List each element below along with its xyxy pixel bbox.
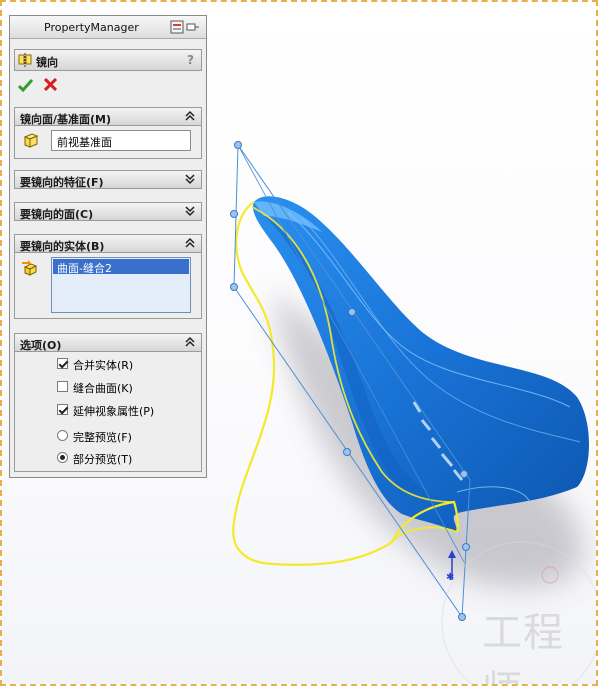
plane-icon [23,133,39,148]
property-manager-panel: PropertyManager 镜向 ? 镜向面/基准面(M) 前视基准面 要镜… [9,15,207,478]
checkbox-label: 缝合曲面(K) [73,382,133,395]
section-bodies-body: 曲面-缝合2 [14,253,202,319]
mirror-plane-field[interactable]: 前视基准面 [51,130,191,151]
chevron-up-icon[interactable] [184,110,196,122]
section-title: 要镜向的特征(F) [20,176,104,189]
section-features-header[interactable]: 要镜向的特征(F) [14,170,202,189]
chevron-down-icon[interactable] [184,205,196,217]
bodies-list[interactable]: 曲面-缝合2 [51,257,191,313]
section-title: 选项(O) [20,339,62,352]
radio-label: 部分预览(T) [73,453,133,466]
plane-handle[interactable] [230,283,238,291]
plane-handle[interactable] [462,543,470,551]
checkbox-box[interactable] [57,381,68,392]
checkbox-box[interactable] [57,358,68,369]
section-mirror-plane-header[interactable]: 镜向面/基准面(M) [14,107,202,126]
plane-handle[interactable] [230,210,238,218]
section-faces-header[interactable]: 要镜向的面(C) [14,202,202,221]
section-options-header[interactable]: 选项(O) [14,333,202,352]
checkbox-label: 合并实体(R) [73,359,134,372]
section-bodies-header[interactable]: 要镜向的实体(B) [14,234,202,253]
plane-handle[interactable] [348,308,356,316]
chevron-up-icon[interactable] [184,237,196,249]
section-title: 镜向面/基准面(M) [20,113,112,126]
help-button[interactable]: ? [187,53,194,67]
plane-handle[interactable] [343,448,351,456]
cancel-button[interactable] [44,78,57,91]
chevron-down-icon[interactable] [184,173,196,185]
plane-handle[interactable] [460,470,468,478]
checkbox-label: 延伸视象属性(P) [73,405,155,418]
section-title: 要镜向的面(C) [20,208,94,221]
radio-circle[interactable] [57,452,68,463]
section-mirror-plane-body: 前视基准面 [14,126,202,159]
list-item[interactable]: 曲面-缝合2 [53,259,189,275]
panel-title: PropertyManager [44,21,139,34]
list-item-label: 曲面-缝合2 [57,262,112,275]
section-title: 要镜向的实体(B) [20,240,105,253]
plane-handle[interactable] [458,613,466,621]
panel-titlebar: PropertyManager [10,16,206,39]
feature-header: 镜向 ? [14,49,202,71]
plane-handle[interactable] [234,141,242,149]
feature-name: 镜向 [36,56,58,69]
section-options-body: 合并实体(R) 缝合曲面(K) 延伸视象属性(P) 完整预览(F) 部分预览(T… [14,352,202,472]
checkbox-box[interactable] [57,404,68,415]
watermark-text: 工程师 [482,610,564,684]
radio-label: 完整预览(F) [73,431,132,444]
pin-icon[interactable] [170,20,200,34]
radio-circle[interactable] [57,430,68,441]
chevron-up-icon[interactable] [184,336,196,348]
mirror-feature-icon [18,53,32,67]
mirror-plane-value: 前视基准面 [57,136,112,149]
solid-body-icon [22,260,38,276]
ok-button[interactable] [18,78,33,92]
